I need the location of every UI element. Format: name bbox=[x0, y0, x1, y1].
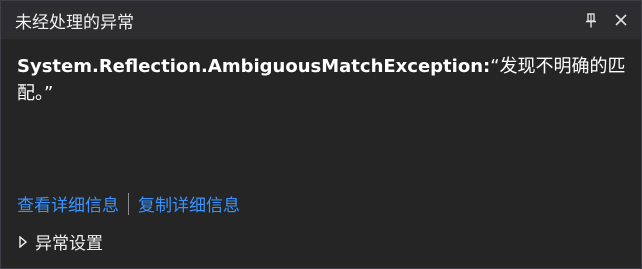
copy-details-link[interactable]: 复制详细信息 bbox=[138, 191, 240, 216]
popup-title: 未经处理的异常 bbox=[15, 12, 134, 33]
exception-message: System.Reflection.AmbiguousMatchExceptio… bbox=[17, 53, 629, 107]
exception-settings-toggle[interactable]: 异常设置 bbox=[19, 229, 103, 254]
exception-type: System.Reflection.AmbiguousMatchExceptio… bbox=[17, 56, 491, 77]
detail-links: 查看详细信息 复制详细信息 bbox=[17, 191, 240, 216]
exception-content: System.Reflection.AmbiguousMatchExceptio… bbox=[1, 39, 641, 107]
exception-helper-popup: 未经处理的异常 System.Reflection.AmbiguousMatch… bbox=[0, 0, 642, 269]
view-details-link[interactable]: 查看详细信息 bbox=[17, 191, 119, 216]
pin-icon[interactable] bbox=[583, 12, 599, 28]
titlebar: 未经处理的异常 bbox=[1, 1, 641, 39]
exception-settings-label: 异常设置 bbox=[35, 234, 103, 254]
close-icon[interactable] bbox=[613, 12, 629, 28]
title-controls bbox=[583, 12, 629, 28]
triangle-right-icon bbox=[19, 235, 29, 249]
link-divider bbox=[128, 192, 129, 215]
